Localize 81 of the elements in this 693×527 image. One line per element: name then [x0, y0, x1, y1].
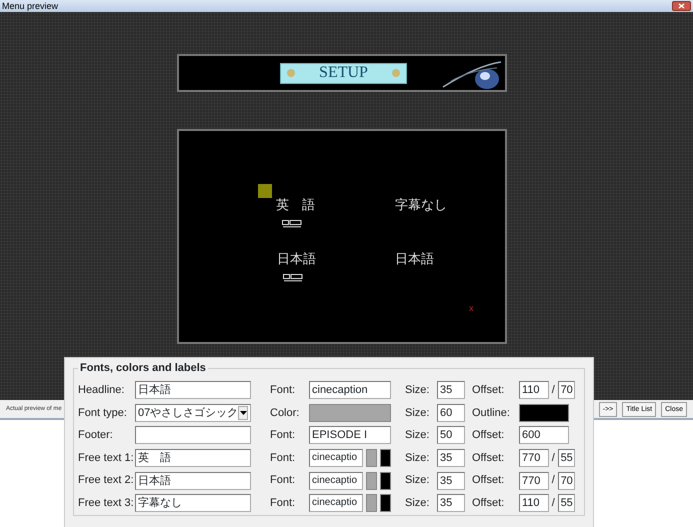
subtitle-option[interactable]: 日本語 — [395, 252, 434, 267]
field-label: Free text 3: — [78, 496, 135, 512]
offset-field[interactable]: 770 — [519, 449, 549, 468]
text-field[interactable]: 字幕なし — [135, 494, 251, 512]
dot-icon — [392, 69, 400, 77]
separator-text: / — [552, 450, 555, 466]
marker-text: x — [469, 303, 474, 313]
color-swatch[interactable] — [380, 472, 391, 490]
size-field[interactable]: 35 — [437, 472, 465, 490]
dot-icon — [287, 69, 295, 77]
field-label: Headline: — [78, 383, 126, 398]
field-label: Size: — [405, 450, 430, 466]
size-field[interactable]: 50 — [437, 426, 465, 444]
field-label: Footer: — [78, 428, 114, 444]
font-field[interactable]: cinecaption — [309, 381, 391, 400]
field-label: Offset: — [472, 473, 506, 488]
field-label: Font: — [270, 450, 296, 466]
subtitle-option[interactable]: 字幕なし — [395, 198, 447, 213]
color-swatch[interactable] — [309, 404, 391, 422]
field-label: Offset: — [472, 450, 506, 466]
size-field[interactable]: 35 — [437, 494, 465, 512]
offset-field[interactable]: 70 — [558, 472, 575, 490]
text-field[interactable]: 日本語 — [135, 381, 251, 400]
close-icon — [678, 3, 685, 9]
globe-logo-drawing — [441, 59, 503, 91]
font-field[interactable]: cinecaptio — [309, 449, 363, 468]
color-swatch[interactable] — [366, 472, 377, 490]
color-swatch[interactable] — [380, 449, 391, 468]
offset-field[interactable]: 70 — [558, 381, 575, 400]
field-label: Offset: — [472, 496, 506, 512]
offset-field[interactable]: 110 — [519, 494, 549, 512]
offset-field[interactable]: 600 — [519, 426, 569, 444]
separator-text: / — [552, 383, 555, 398]
offset-field[interactable]: 110 — [519, 381, 549, 400]
field-label: Size: — [405, 406, 430, 421]
dolby-logo-icon — [283, 274, 303, 282]
field-label: Font: — [270, 473, 296, 488]
field-label: Font: — [270, 428, 296, 444]
setup-label: SETUP — [319, 63, 368, 83]
field-label: Font type: — [78, 406, 128, 421]
color-swatch[interactable] — [366, 449, 377, 468]
size-field[interactable]: 35 — [437, 381, 465, 400]
field-label: Free text 2: — [78, 473, 135, 488]
close-button[interactable] — [672, 1, 691, 11]
setup-button[interactable]: SETUP — [280, 62, 407, 84]
field-label: Free text 1: — [78, 450, 135, 466]
field-label: Size: — [405, 428, 430, 444]
size-field[interactable]: 60 — [437, 404, 465, 422]
field-label: Offset: — [472, 428, 506, 444]
font-field[interactable]: cinecaptio — [309, 472, 363, 490]
field-label: Color: — [270, 406, 300, 421]
caret-icon — [240, 410, 247, 415]
text-field[interactable]: 日本語 — [135, 472, 251, 490]
offset-field[interactable]: 55 — [558, 449, 575, 468]
text-field[interactable]: 英 語 — [135, 449, 251, 468]
dolby-logo-icon — [282, 220, 302, 228]
audio-option[interactable]: 英 語 — [276, 198, 315, 213]
field-label: Size: — [405, 496, 430, 512]
field-label: Size: — [405, 473, 430, 488]
offset-field[interactable]: 55 — [558, 494, 575, 512]
field-label: Size: — [405, 383, 430, 398]
dropdown-button[interactable] — [238, 406, 248, 420]
font-field[interactable]: EPISODE I — [309, 426, 391, 444]
field-label: Font: — [270, 496, 296, 512]
field-label: Font: — [270, 383, 296, 398]
dropdown-value: 07やさしさゴシック — [138, 406, 238, 421]
field-label: Offset: — [472, 383, 506, 398]
size-field[interactable]: 35 — [437, 449, 465, 468]
group-title: Fonts, colors and labels — [79, 362, 207, 374]
offset-field[interactable]: 770 — [519, 472, 549, 490]
separator-text: / — [552, 473, 555, 488]
font-dropdown[interactable]: 07やさしさゴシック — [135, 404, 251, 422]
outline-swatch[interactable] — [519, 404, 569, 422]
font-field[interactable]: cinecaptio — [309, 494, 363, 512]
separator-text: / — [552, 496, 555, 512]
audio-option[interactable]: 日本語 — [277, 252, 316, 267]
field-label: Outline: — [472, 406, 511, 421]
window-title: Menu preview — [2, 1, 58, 11]
color-swatch[interactable] — [380, 494, 391, 512]
color-swatch[interactable] — [366, 494, 377, 512]
text-field[interactable] — [135, 426, 251, 444]
